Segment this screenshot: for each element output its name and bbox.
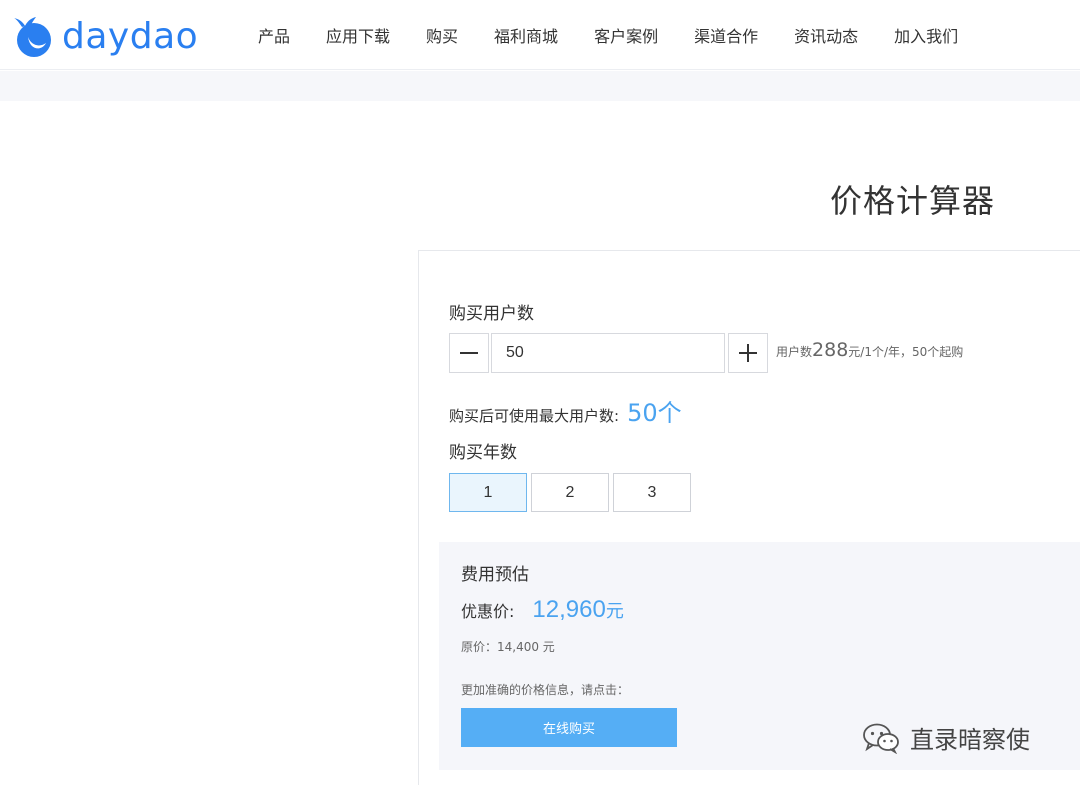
original-price: 原价：14,400 元: [461, 640, 555, 654]
users-label: 购买用户数: [449, 304, 534, 324]
price-note-prefix: 用户数: [776, 345, 813, 359]
plus-icon: [739, 344, 757, 362]
decrease-button[interactable]: [449, 333, 489, 373]
nav-item-customer-cases[interactable]: 客户案例: [594, 23, 658, 47]
header-divider-strip: [0, 71, 1080, 101]
increase-button[interactable]: [728, 333, 768, 373]
nav-item-channel-partners[interactable]: 渠道合作: [694, 23, 758, 47]
max-users-value: 50个: [627, 399, 682, 427]
unit-price-note: 用户数 288 元/1个/年，50个起购: [776, 339, 963, 361]
discount-unit: 元: [605, 601, 624, 622]
daydao-logo[interactable]: daydao: [12, 14, 198, 60]
years-label: 购买年数: [449, 443, 517, 463]
price-note-suffix: 元/1个/年，50个起购: [848, 345, 964, 359]
price-calculator-panel: 购买用户数 用户数 288 元/1个/年，50个起购 购买后可使用最大用户数: …: [418, 250, 1080, 785]
year-option-2[interactable]: 2: [531, 473, 609, 512]
quantity-input[interactable]: [491, 333, 725, 373]
logo-text: daydao: [62, 16, 199, 57]
nav-item-products[interactable]: 产品: [258, 23, 290, 47]
whale-logo-icon: [14, 17, 51, 57]
nav-item-purchase[interactable]: 购买: [426, 23, 458, 47]
page-title: 价格计算器: [830, 182, 996, 220]
top-header: daydao 产品 应用下载 购买 福利商城 客户案例 渠道合作 资讯动态 加入…: [0, 0, 1080, 70]
nav-item-app-download[interactable]: 应用下载: [326, 23, 390, 47]
nav-item-join-us[interactable]: 加入我们: [894, 23, 958, 47]
nav-item-welfare-mall[interactable]: 福利商城: [494, 23, 558, 47]
watermark-text: 直录暗察使: [910, 726, 1030, 754]
discount-value: 12,960: [532, 596, 606, 623]
watermark: 直录暗察使: [862, 720, 1030, 755]
max-users-row: 购买后可使用最大用户数: 50个: [449, 393, 682, 428]
discount-price-row: 优惠价: 12,960 元: [461, 596, 624, 624]
wechat-icon: [863, 723, 899, 754]
estimate-title: 费用预估: [461, 565, 529, 585]
buy-online-button[interactable]: 在线购买: [461, 708, 677, 747]
discount-label: 优惠价:: [461, 602, 515, 621]
year-option-1[interactable]: 1: [449, 473, 527, 512]
year-option-3[interactable]: 3: [613, 473, 691, 512]
price-note-amount: 288: [812, 339, 849, 361]
minus-icon: [460, 352, 478, 354]
main-nav: 产品 应用下载 购买 福利商城 客户案例 渠道合作 资讯动态 加入我们: [240, 0, 976, 70]
nav-item-news[interactable]: 资讯动态: [794, 23, 858, 47]
accurate-price-hint: 更加准确的价格信息，请点击：: [461, 683, 630, 697]
max-users-label: 购买后可使用最大用户数:: [449, 407, 620, 425]
